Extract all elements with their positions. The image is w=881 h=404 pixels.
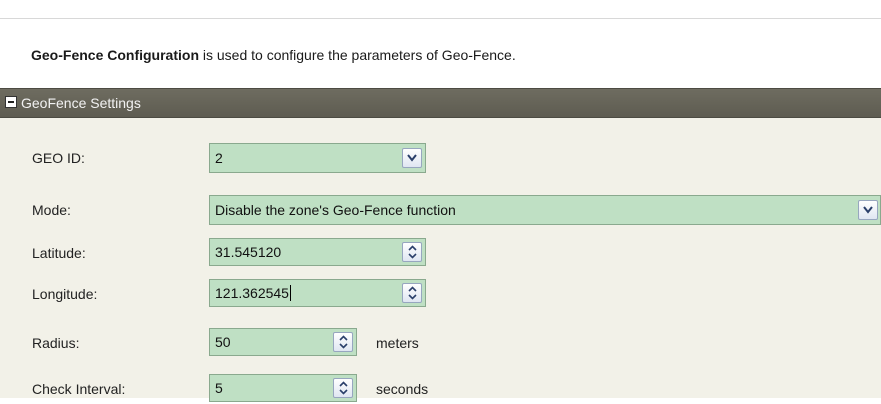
check-interval-unit: seconds [376, 381, 429, 397]
radius-row: Radius: 50 meters [0, 328, 881, 358]
geo-id-row: GEO ID: 2 [0, 143, 881, 173]
spinner-icon[interactable] [333, 378, 353, 398]
geo-id-select[interactable]: 2 [209, 143, 426, 173]
chevron-down-icon[interactable] [402, 148, 422, 168]
latitude-value: 31.545120 [215, 244, 282, 260]
geo-id-label: GEO ID: [32, 150, 85, 166]
longitude-input[interactable]: 121.362545 [209, 279, 426, 307]
description-body: is used to configure the parameters of G… [199, 47, 516, 63]
panel-title: GeoFence Settings [21, 95, 141, 111]
check-interval-row: Check Interval: 5 seconds [0, 374, 881, 404]
text-cursor [289, 285, 291, 301]
chevron-down-icon[interactable] [858, 200, 878, 220]
mode-select[interactable]: Disable the zone's Geo-Fence function [209, 195, 881, 225]
mode-value: Disable the zone's Geo-Fence function [215, 202, 456, 218]
settings-panel: GEO ID: 2 Mode: Disable the zone's Geo-F… [0, 118, 881, 402]
description-box: Geo-Fence Configuration is used to confi… [0, 18, 881, 88]
mode-label: Mode: [32, 202, 71, 218]
radius-unit: meters [376, 335, 419, 351]
latitude-input[interactable]: 31.545120 [209, 238, 426, 266]
spinner-icon[interactable] [333, 332, 353, 352]
spinner-icon[interactable] [402, 242, 422, 262]
latitude-label: Latitude: [32, 245, 86, 261]
panel-header[interactable]: GeoFence Settings [0, 88, 881, 118]
geo-id-value: 2 [215, 150, 223, 166]
collapse-minus-icon[interactable] [5, 96, 17, 108]
longitude-value: 121.362545 [215, 285, 291, 301]
radius-label: Radius: [32, 335, 80, 351]
latitude-row: Latitude: 31.545120 [0, 238, 881, 268]
radius-input[interactable]: 50 [209, 328, 357, 356]
radius-value: 50 [215, 334, 231, 350]
spinner-icon[interactable] [402, 283, 422, 303]
longitude-row: Longitude: 121.362545 [0, 279, 881, 309]
longitude-label: Longitude: [32, 286, 98, 302]
description-text: Geo-Fence Configuration is used to confi… [31, 47, 516, 63]
check-interval-label: Check Interval: [32, 381, 126, 397]
check-interval-value: 5 [215, 380, 223, 396]
mode-row: Mode: Disable the zone's Geo-Fence funct… [0, 195, 881, 225]
description-title: Geo-Fence Configuration [31, 47, 199, 63]
longitude-value-text: 121.362545 [215, 285, 289, 301]
